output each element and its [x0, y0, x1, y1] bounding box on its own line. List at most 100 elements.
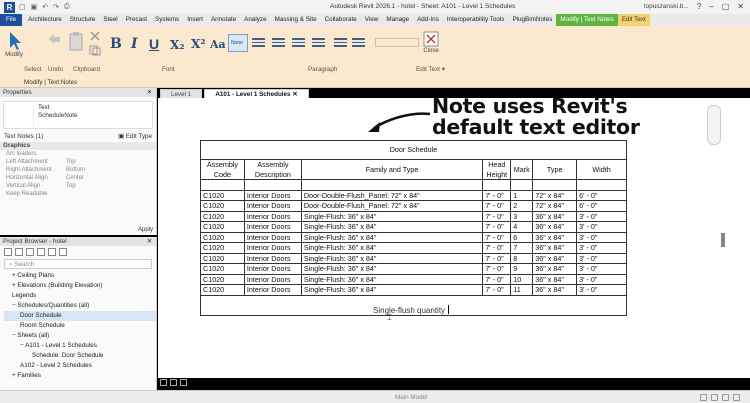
tab-annotate[interactable]: Annotate: [207, 14, 240, 26]
tab-collaborate[interactable]: Collaborate: [321, 14, 361, 26]
tab-massing-site[interactable]: Massing & Site: [271, 14, 321, 26]
column-header[interactable]: Assembly Code: [200, 159, 245, 180]
browser-tree-item[interactable]: Legends: [4, 291, 156, 301]
table-row[interactable]: C1020 Interior Doors Door-Double-Flush_Pan…: [200, 200, 627, 212]
browser-tree-item[interactable]: − Sheets (all): [4, 331, 156, 341]
browser-tree-item[interactable]: A102 - Level 2 Schedules: [4, 361, 156, 371]
type-selector[interactable]: Text ScheduleNote: [3, 101, 153, 129]
list-start-field[interactable]: [375, 38, 419, 47]
table-row[interactable]: C1020 Interior Doors Single-Flush: 36" x 8…: [200, 210, 627, 222]
tab-structure[interactable]: Structure: [66, 14, 100, 26]
tab-interoperability-tools[interactable]: Interoperability Tools: [443, 14, 509, 26]
decrease-indent-icon[interactable]: [334, 38, 347, 49]
door-schedule-table[interactable]: Door Schedule Assembly Code Assembly Desc…: [200, 140, 627, 316]
tab-level-1[interactable]: Level 1: [160, 89, 203, 98]
column-header[interactable]: Type: [532, 159, 578, 180]
browser-tree-item[interactable]: − A101 - Level 1 Schedules: [4, 341, 156, 351]
cut-icon[interactable]: [88, 30, 102, 42]
paste-icon[interactable]: [68, 30, 86, 52]
table-row[interactable]: C1020 Interior Doors Door-Double-Flush_Pan…: [200, 189, 627, 201]
column-header[interactable]: Mark: [510, 159, 534, 180]
column-header[interactable]: Family and Type: [300, 159, 484, 180]
browser-tool-1-icon[interactable]: [4, 247, 12, 256]
close-editor-button[interactable]: Close: [422, 30, 440, 54]
close-window-button[interactable]: ✕: [737, 2, 744, 11]
detail-level-icon[interactable]: [170, 379, 177, 386]
uppercase-list-icon[interactable]: [312, 38, 325, 49]
tab-manage[interactable]: Manage: [382, 14, 413, 26]
bullet-list-icon[interactable]: [252, 38, 265, 49]
italic-button[interactable]: I: [131, 36, 138, 52]
maximize-button[interactable]: ▢: [722, 2, 730, 11]
status-icon-1[interactable]: [700, 393, 707, 401]
select-group-label[interactable]: Select: [24, 66, 42, 73]
property-value[interactable]: Top: [66, 182, 156, 190]
tab-steel[interactable]: Steel: [99, 14, 121, 26]
property-value[interactable]: [66, 150, 156, 158]
subscript-button[interactable]: X₂: [170, 38, 185, 52]
increase-indent-icon[interactable]: [352, 38, 365, 49]
tab-systems[interactable]: Systems: [151, 14, 183, 26]
property-value[interactable]: Bottom: [66, 166, 156, 174]
print-icon[interactable]: ⎙: [64, 3, 70, 11]
undo-ribbon-icon[interactable]: [46, 32, 62, 46]
table-row[interactable]: C1020 Interior Doors Single-Flush: 36" x 8…: [200, 284, 627, 296]
browser-tool-4-icon[interactable]: [37, 247, 45, 256]
open-icon[interactable]: ▢: [19, 3, 26, 11]
tab-a101-level-1-schedules[interactable]: A101 - Level 1 Schedules ✕: [204, 89, 309, 98]
browser-tree-item[interactable]: + Ceiling Plans: [4, 271, 156, 281]
property-row[interactable]: Vertical Align Top: [0, 182, 156, 190]
property-value[interactable]: Center: [66, 174, 156, 182]
active-model[interactable]: Main Model: [395, 394, 428, 401]
browser-tool-5-icon[interactable]: [48, 247, 56, 256]
visual-style-icon[interactable]: [180, 379, 187, 386]
minimize-button[interactable]: –: [709, 2, 713, 11]
tab-architecture[interactable]: Architecture: [24, 14, 66, 26]
numbered-list-icon[interactable]: [272, 38, 285, 49]
browser-close-icon[interactable]: ✕: [147, 237, 152, 246]
help-icon[interactable]: ?: [697, 2, 701, 11]
status-icon-3[interactable]: [722, 393, 729, 401]
browser-search-input[interactable]: ⌕ Search: [4, 259, 152, 269]
graphics-section[interactable]: Graphics: [0, 142, 156, 150]
column-header[interactable]: Assembly Description: [243, 159, 302, 180]
property-row[interactable]: Keep Readable: [0, 190, 156, 198]
redo-icon[interactable]: ↷: [53, 3, 59, 11]
tab-precast[interactable]: Precast: [122, 14, 151, 26]
panel-close-icon[interactable]: ✕: [147, 88, 152, 97]
column-header[interactable]: Head Height: [482, 159, 512, 180]
browser-tree-item[interactable]: + Families: [4, 371, 156, 381]
browser-tree-item[interactable]: Door Schedule: [4, 311, 156, 321]
table-row[interactable]: C1020 Interior Doors Single-Flush: 36" x 8…: [200, 221, 627, 233]
vertical-scrollbar[interactable]: [721, 233, 725, 247]
superscript-button[interactable]: X²: [191, 37, 206, 51]
table-row[interactable]: C1020 Interior Doors Single-Flush: 36" x 8…: [200, 242, 627, 254]
tab-view[interactable]: View: [361, 14, 383, 26]
status-icon-2[interactable]: [711, 393, 718, 401]
property-row[interactable]: Left Attachment Top: [0, 158, 156, 166]
browser-tool-2-icon[interactable]: [15, 247, 23, 256]
property-row[interactable]: Right Attachment Bottom: [0, 166, 156, 174]
property-value[interactable]: Top: [66, 158, 156, 166]
browser-tree-item[interactable]: Room Schedule: [4, 321, 156, 331]
tab-add-ins[interactable]: Add-Ins: [413, 14, 443, 26]
property-value[interactable]: [66, 190, 156, 198]
browser-tree-item[interactable]: Schedule: Door Schedule: [4, 351, 156, 361]
bold-button[interactable]: B: [110, 36, 122, 52]
lowercase-list-icon[interactable]: [292, 38, 305, 49]
table-row[interactable]: C1020 Interior Doors Single-Flush: 36" x 8…: [200, 273, 627, 285]
table-row[interactable]: C1020 Interior Doors Single-Flush: 36" x 8…: [200, 231, 627, 243]
browser-tree-item[interactable]: + Elevations (Building Elevation): [4, 281, 156, 291]
view-scale-icon[interactable]: [160, 379, 167, 386]
copy-icon[interactable]: [88, 44, 102, 56]
filter-icon[interactable]: [733, 393, 740, 401]
user-account[interactable]: lopuszanski.b...: [644, 3, 689, 10]
tab-analyze[interactable]: Analyze: [240, 14, 270, 26]
browser-tool-3-icon[interactable]: [26, 247, 34, 256]
paragraph-format-button[interactable]: None: [228, 34, 248, 52]
property-row[interactable]: Arc leaders: [0, 150, 156, 158]
save-icon[interactable]: ▣: [31, 3, 38, 11]
browser-tool-6-icon[interactable]: [59, 247, 67, 256]
navigation-wheel-icon[interactable]: [707, 105, 721, 145]
table-row[interactable]: C1020 Interior Doors Single-Flush: 36" x 8…: [200, 263, 627, 275]
